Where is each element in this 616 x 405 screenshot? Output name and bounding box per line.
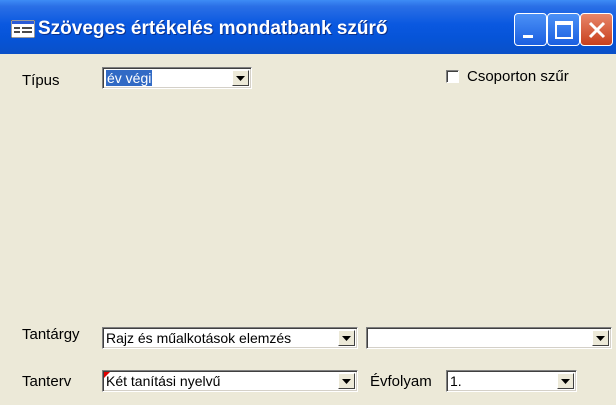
tipus-value: év végi (106, 70, 153, 86)
close-icon (588, 21, 606, 39)
csoporton-label[interactable]: Csoporton szűr (467, 68, 569, 86)
close-button[interactable] (580, 13, 613, 46)
window-app-icon (11, 20, 35, 38)
tantargy-dropdown-button[interactable] (338, 330, 355, 346)
csoporton-checkbox[interactable] (446, 70, 459, 83)
tanterv-value: Két tanítási nyelvű (106, 373, 221, 389)
chevron-down-icon (342, 336, 351, 341)
chevron-down-icon (561, 379, 570, 384)
maximize-button[interactable] (547, 13, 580, 46)
evfolyam-label: Évfolyam (370, 373, 432, 390)
chevron-down-icon (342, 379, 351, 384)
minimize-icon (523, 35, 533, 38)
tanterv-dropdown-button[interactable] (338, 373, 355, 389)
chevron-down-icon (596, 336, 605, 341)
evfolyam-dropdown-button[interactable] (557, 373, 574, 389)
window-title: Szöveges értékelés mondatbank szűrő (38, 18, 388, 39)
minimize-button[interactable] (514, 13, 547, 46)
tantargy-secondary-select[interactable] (366, 327, 612, 349)
tipus-dropdown-button[interactable] (232, 70, 249, 86)
tantargy-secondary-dropdown-button[interactable] (592, 330, 609, 346)
evfolyam-select[interactable]: 1. (446, 370, 577, 392)
chevron-down-icon (236, 76, 245, 81)
title-bar[interactable]: Szöveges értékelés mondatbank szűrő (0, 0, 616, 54)
filter-dialog: Szöveges értékelés mondatbank szűrő Típu… (0, 0, 616, 405)
tipus-label: Típus (22, 72, 60, 89)
evfolyam-value: 1. (450, 373, 462, 389)
tantargy-value: Rajz és műalkotások elemzés (106, 330, 292, 346)
tanterv-label: Tanterv (22, 373, 72, 390)
tanterv-select[interactable]: Két tanítási nyelvű (102, 370, 358, 392)
tantargy-select[interactable]: Rajz és műalkotások elemzés (102, 327, 358, 349)
tantargy-label: Tantárgy (22, 326, 80, 343)
maximize-icon (555, 21, 573, 39)
tipus-select[interactable]: év végi (102, 67, 252, 89)
